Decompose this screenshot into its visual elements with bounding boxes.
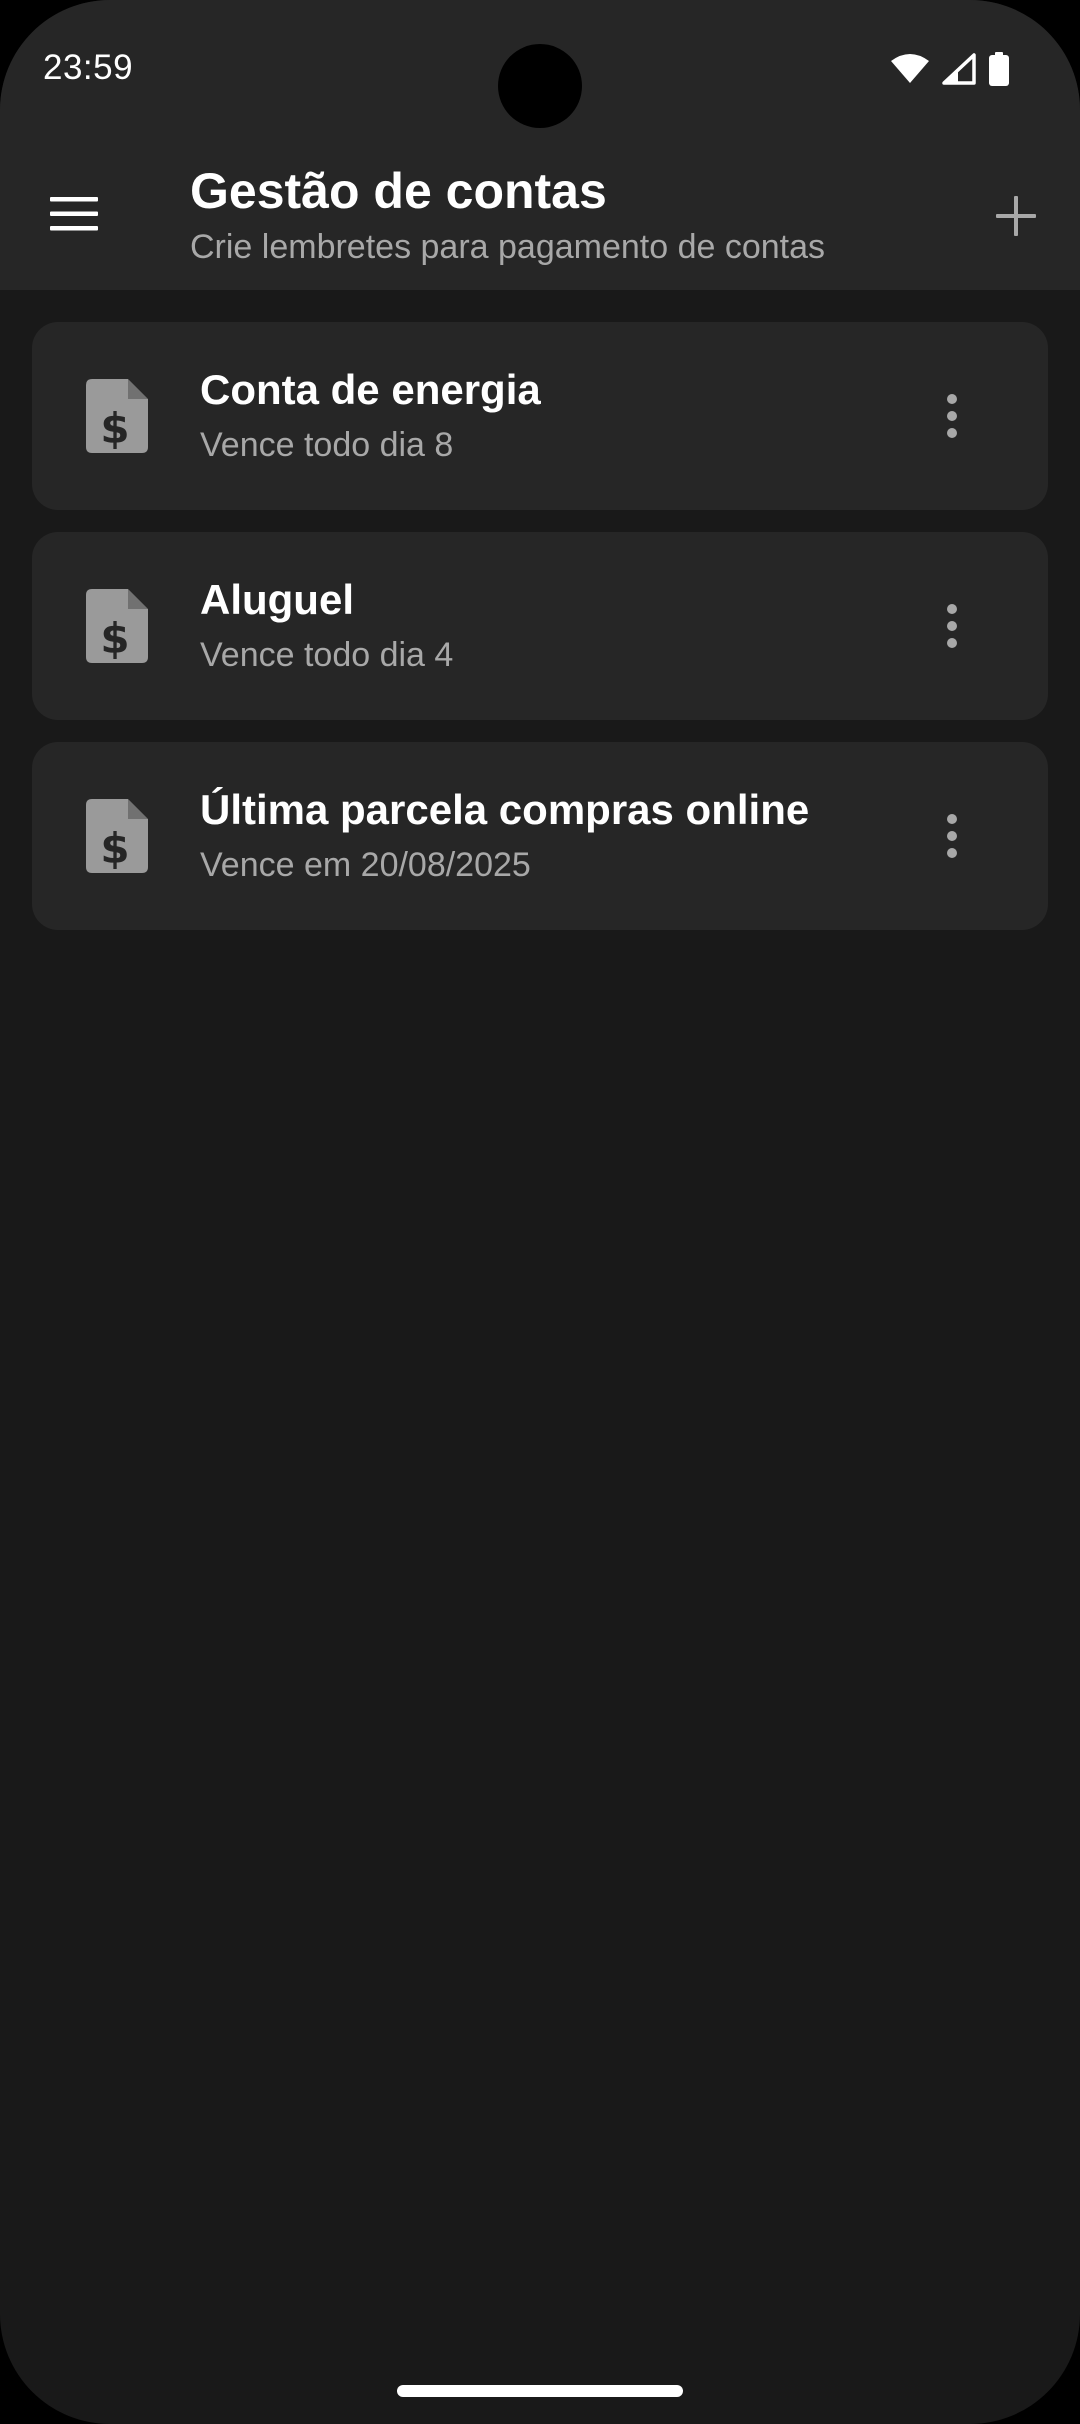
- battery-icon: [989, 52, 1009, 86]
- bill-options-button[interactable]: [912, 586, 992, 666]
- bill-card[interactable]: $ Conta de energia Vence todo dia 8: [32, 322, 1048, 510]
- home-indicator[interactable]: [397, 2385, 683, 2397]
- plus-icon: [996, 196, 1036, 236]
- bill-options-button[interactable]: [912, 376, 992, 456]
- phone-screen: 23:59 Gestão de contas Crie lembretes pa…: [0, 0, 1080, 2424]
- svg-text:$: $: [100, 404, 129, 453]
- more-vertical-icon: [947, 814, 957, 858]
- wifi-icon: [891, 54, 929, 83]
- status-icons: [890, 52, 1010, 86]
- svg-text:$: $: [100, 614, 129, 663]
- bill-title: Conta de energia: [200, 366, 541, 413]
- bill-title: Aluguel: [200, 576, 354, 623]
- bill-list: $ Conta de energia Vence todo dia 8 $ Al…: [32, 322, 1048, 952]
- more-vertical-icon: [947, 604, 957, 648]
- hamburger-menu-icon: [50, 197, 98, 231]
- page-title: Gestão de contas: [190, 163, 607, 219]
- invoice-dollar-icon: $: [86, 799, 148, 873]
- more-vertical-icon: [947, 394, 957, 438]
- bill-card[interactable]: $ Última parcela compras online Vence em…: [32, 742, 1048, 930]
- bill-card[interactable]: $ Aluguel Vence todo dia 4: [32, 532, 1048, 720]
- invoice-dollar-icon: $: [86, 589, 148, 663]
- bill-due-date: Vence em 20/08/2025: [200, 846, 531, 884]
- add-bill-button[interactable]: [980, 180, 1052, 252]
- top-app-bar: 23:59 Gestão de contas Crie lembretes pa…: [0, 0, 1080, 290]
- invoice-dollar-icon: $: [86, 379, 148, 453]
- camera-cutout: [498, 44, 582, 128]
- bill-title: Última parcela compras online: [200, 786, 810, 833]
- menu-button[interactable]: [40, 180, 108, 248]
- bill-due-date: Vence todo dia 4: [200, 636, 454, 674]
- bill-due-date: Vence todo dia 8: [200, 426, 454, 464]
- page-subtitle: Crie lembretes para pagamento de contas: [190, 228, 826, 266]
- status-time: 23:59: [43, 48, 134, 87]
- bill-options-button[interactable]: [912, 796, 992, 876]
- svg-text:$: $: [100, 824, 129, 873]
- signal-icon: [942, 53, 976, 85]
